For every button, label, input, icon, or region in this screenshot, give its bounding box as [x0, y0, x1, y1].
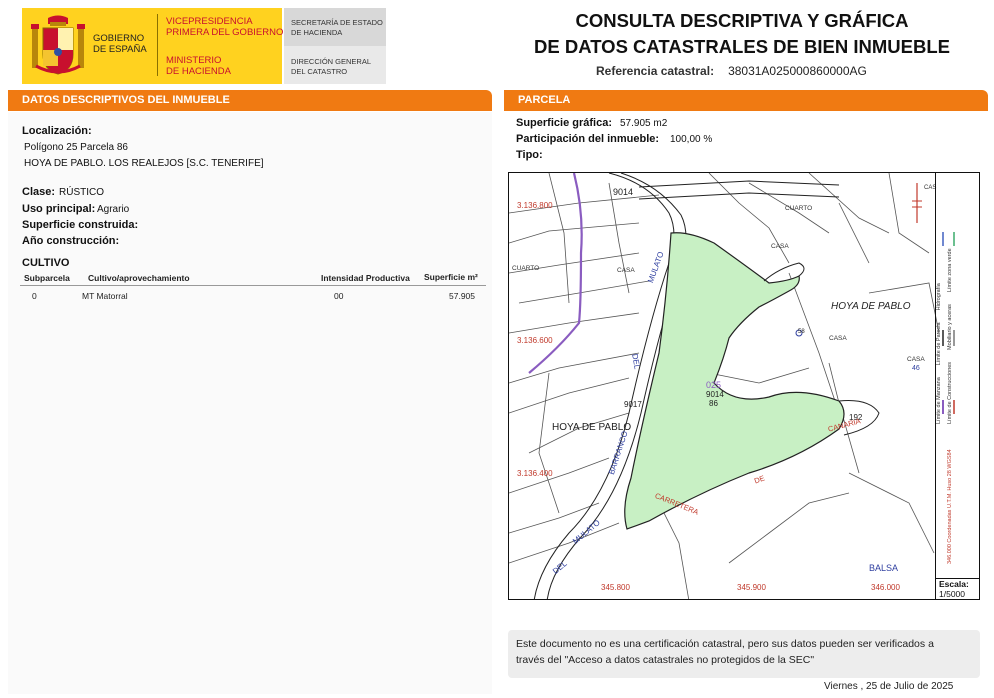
th-cultivo: Cultivo/aprovechamiento — [88, 273, 190, 283]
notice-line1: Este documento no es una certificación c… — [516, 638, 934, 650]
clase-value: RÚSTICO — [59, 187, 104, 198]
clase-label: Clase: — [22, 186, 56, 198]
gobierno-de-espana: GOBIERNO DE ESPAÑA — [93, 33, 147, 55]
legend-coord-system: 346.000 Coordenadas U.T.M. Huso 28 WGS84 — [947, 449, 953, 564]
coord-y-3136800: 3.136.800 — [517, 201, 553, 210]
label-cuarto-top: CUARTO — [785, 205, 813, 212]
localizacion-line1: Polígono 25 Parcela 86 — [24, 142, 128, 153]
section-underline-right — [504, 110, 988, 111]
legend-zona-verde: Límite zona verde — [947, 248, 953, 293]
scale-value: 1/5000 — [939, 589, 965, 599]
legend-limite-parcela: Límite de Parcela — [936, 322, 942, 366]
superficie-grafica-value: 57.905 m2 — [620, 118, 668, 129]
section-bar-datos: DATOS DESCRIPTIVOS DEL INMUEBLE — [8, 90, 492, 110]
parcel-86-polygon[interactable] — [624, 232, 845, 530]
td-superficie: 57.905 — [449, 291, 475, 301]
cadastral-map[interactable]: 9014 CUARTO CASA CUARTO CASA MULATO HOYA… — [508, 172, 980, 600]
section-bar-parcela: PARCELA — [504, 90, 988, 110]
th-intensidad: Intensidad Productiva — [321, 273, 410, 283]
superficie-construida-label: Superficie construida: — [22, 219, 139, 231]
label-balsa: BALSA — [869, 563, 899, 573]
document-title: CONSULTA DESCRIPTIVA Y GRÁFICA DE DATOS … — [534, 10, 950, 57]
th-superficie: Superficie m² — [424, 272, 478, 282]
coord-x-346000: 346.000 — [871, 583, 900, 592]
label-casa-3: CASA — [829, 335, 847, 342]
label-9017: 9017 — [624, 400, 642, 409]
localizacion-label: Localización: — [22, 125, 92, 137]
scale-label: Escala: — [939, 579, 969, 589]
coat-of-arms-icon — [31, 15, 85, 75]
legend-lines — [942, 232, 955, 414]
secretaria-label: SECRETARÍA DE ESTADO DE HACIENDA — [291, 18, 383, 37]
label-cuarto-left: CUARTO — [512, 265, 540, 272]
label-casa-1: CASA — [771, 243, 789, 250]
coord-y-3136400: 3.136.400 — [517, 469, 553, 478]
legend-hidrografia: Hidrografía — [936, 283, 942, 311]
coord-y-3136600: 3.136.600 — [517, 336, 553, 345]
legend-mobiliario: Mobiliario y aceras — [947, 304, 953, 350]
superficie-grafica-label: Superficie gráfica: — [516, 117, 612, 129]
coord-x-345900: 345.900 — [737, 583, 766, 592]
cultivo-title: CULTIVO — [22, 257, 70, 269]
map-legend: Límite de Manzana Límite de Parcela Hidr… — [935, 172, 980, 578]
table-header-rule — [20, 285, 486, 286]
ministerio-label: MINISTERIO DE HACIENDA — [166, 55, 231, 77]
label-casa-2: CASA — [617, 267, 635, 274]
tipo-label: Tipo: — [516, 149, 543, 161]
vicepresidencia-label: VICEPRESIDENCIA PRIMERA DEL GOBIERNO — [166, 16, 284, 38]
legend-limite-manzana: Límite de Manzana — [936, 377, 942, 424]
uso-principal-value: Agrario — [97, 204, 130, 215]
label-hoya-right: HOYA DE PABLO — [831, 301, 911, 312]
referencia-value: 38031A025000860000AG — [728, 64, 867, 78]
label-parcel-025: 025 — [706, 380, 722, 390]
document-date: Viernes , 25 de Julio de 2025 — [824, 681, 954, 692]
label-num-58: 58 — [798, 329, 805, 335]
header-separator — [157, 14, 158, 76]
anio-construccion-label: Año construcción: — [22, 235, 120, 247]
label-top-road: 9014 — [613, 187, 634, 197]
uso-principal-label: Uso principal: — [22, 203, 96, 215]
referencia-catastral: Referencia catastral: 38031A025000860000A… — [596, 64, 867, 78]
map-scale: Escala: 1/5000 — [935, 578, 980, 600]
coord-x-345800: 345.800 — [601, 583, 630, 592]
label-casa-4: CASA — [907, 356, 925, 363]
label-parcel-9014: 9014 — [706, 390, 724, 399]
label-parcel-86: 86 — [709, 399, 718, 408]
th-subparcela: Subparcela — [24, 273, 70, 283]
td-cultivo: MT Matorral — [82, 291, 128, 301]
participacion-label: Participación del inmueble: — [516, 133, 660, 145]
legend-col1: Límite de Manzana Límite de Parcela Hidr… — [936, 194, 942, 424]
legend-col2: Límite de Construcciones Mobiliario y ac… — [947, 194, 953, 424]
localizacion-line2: HOYA DE PABLO. LOS REALEJOS [S.C. TENERI… — [24, 158, 264, 169]
participacion-value: 100,00 % — [670, 134, 713, 145]
section-underline-left — [8, 110, 492, 111]
notice-line2[interactable]: través del "Acceso a datos catastrales n… — [516, 652, 972, 668]
disclaimer-notice: Este documento no es una certificación c… — [508, 630, 980, 678]
td-subparcela: 0 — [32, 291, 37, 301]
referencia-label: Referencia catastral: — [596, 64, 715, 78]
datos-descriptivos-panel — [8, 112, 492, 694]
direccion-label: DIRECCIÓN GENERAL DEL CATASTRO — [291, 57, 372, 76]
td-intensidad: 00 — [334, 291, 344, 301]
label-num-46: 46 — [912, 365, 920, 372]
